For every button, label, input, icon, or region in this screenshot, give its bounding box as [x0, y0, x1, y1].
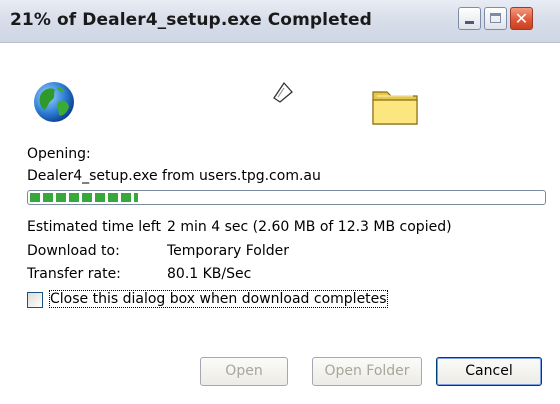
flying-paper-icon: [273, 81, 293, 103]
cancel-label: Cancel: [465, 363, 513, 379]
close-when-done-text: Close this dialog box when download comp…: [49, 290, 388, 308]
minimize-button[interactable]: [458, 7, 481, 30]
time-left-label: Estimated time left: [27, 219, 161, 235]
globe-icon: [34, 82, 74, 122]
download-to-value: Temporary Folder: [167, 243, 289, 259]
time-left-value: 2 min 4 sec (2.60 MB of 12.3 MB copied): [167, 219, 452, 235]
maximize-button[interactable]: [484, 7, 507, 30]
download-progress-bar: [27, 190, 546, 205]
download-to-label: Download to:: [27, 243, 120, 259]
cancel-button[interactable]: Cancel: [436, 357, 542, 386]
transfer-rate-label: Transfer rate:: [27, 266, 121, 282]
file-source-text: Dealer4_setup.exe from users.tpg.com.au: [27, 168, 321, 184]
progress-fill: [30, 193, 138, 202]
folder-icon: [372, 91, 418, 125]
title-bar[interactable]: 21% of Dealer4_setup.exe Completed ✕: [0, 0, 560, 43]
opening-label: Opening:: [27, 146, 91, 162]
close-when-done-checkbox[interactable]: [27, 292, 43, 308]
transfer-rate-value: 80.1 KB/Sec: [167, 266, 252, 282]
window-title: 21% of Dealer4_setup.exe Completed: [10, 10, 372, 30]
close-button[interactable]: ✕: [510, 7, 533, 30]
close-when-done-label[interactable]: Close this dialog box when download comp…: [49, 290, 388, 308]
open-folder-button[interactable]: Open Folder: [312, 357, 422, 386]
open-button[interactable]: Open: [200, 357, 288, 386]
